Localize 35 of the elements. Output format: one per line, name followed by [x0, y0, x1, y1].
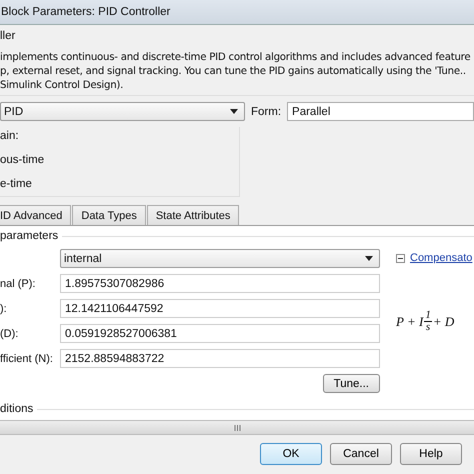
section-title: ditions	[0, 403, 34, 415]
block-name: ller	[0, 30, 16, 42]
tab[interactable]: Data Types	[72, 205, 146, 225]
dropdown-arrow-icon	[230, 109, 238, 114]
group-label: ain:	[0, 130, 20, 142]
input-field[interactable]: 0.0591928527006381	[60, 324, 380, 343]
field-label: (D):	[0, 328, 20, 340]
compensator-link[interactable]: Compensato	[410, 252, 472, 264]
window-title: Block Parameters: PID Controller	[0, 6, 170, 18]
description-line: p, external reset, and signal tracking. You can tune the PID gains automatically using the 'Tune..	[0, 66, 467, 77]
input-field[interactable]: 12.1421106447592	[60, 299, 380, 318]
input-field[interactable]: 1.89575307082986	[60, 274, 380, 293]
section-title: parameters	[0, 230, 58, 242]
scrollbar[interactable]	[0, 420, 474, 435]
dialog-button[interactable]: Help	[400, 443, 462, 465]
tune-button[interactable]: Tune...	[322, 374, 380, 393]
field-label: fficient (N):	[0, 352, 54, 364]
description-line: implements continuous- and discrete-time PID control algorithms and includes advanced feature	[0, 52, 472, 63]
tab[interactable]: State Attributes	[146, 205, 240, 225]
source-dropdown[interactable]: internal	[60, 249, 380, 268]
dropdown-arrow-icon	[365, 256, 373, 261]
tab[interactable]: ID Advanced	[0, 205, 72, 225]
option-label[interactable]: e-time	[0, 178, 239, 190]
dialog-button[interactable]: Cancel	[330, 443, 392, 465]
input-field[interactable]: 2152.88594883722	[60, 349, 380, 368]
collapse-icon[interactable]	[396, 254, 405, 262]
option-label[interactable]: ous-time	[0, 154, 239, 166]
description-line: Simulink Control Design).	[0, 80, 124, 91]
dialog-button[interactable]: OK	[260, 443, 322, 465]
field-label: ):	[0, 302, 8, 314]
field-label: nal (P):	[0, 278, 36, 290]
form-label: Form:	[251, 106, 282, 118]
controller-dropdown[interactable]: PID	[0, 102, 245, 121]
form-field[interactable]: Parallel	[287, 102, 474, 121]
grip-icon[interactable]	[234, 424, 240, 430]
